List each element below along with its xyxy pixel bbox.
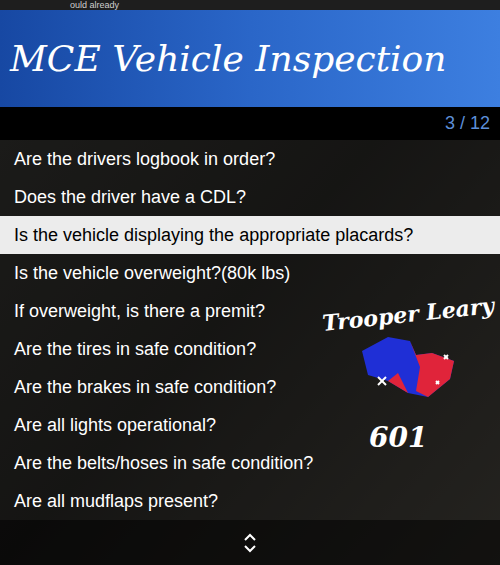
state-emblem-icon xyxy=(358,331,458,403)
menu-item[interactable]: Are the drivers logbook in order? xyxy=(0,140,500,178)
menu-banner: MCE Vehicle Inspection xyxy=(0,10,500,107)
item-counter: 3 / 12 xyxy=(445,110,490,137)
menu-footer xyxy=(0,520,500,565)
watermark-number: 601 xyxy=(369,417,427,459)
watermark: Trooper Leary601 xyxy=(322,298,494,459)
item-list: Are the drivers logbook in order?Does th… xyxy=(0,140,500,520)
menu-item[interactable]: Is the vehicle overweight?(80k lbs) xyxy=(0,254,500,292)
inspection-menu: ould already MCE Vehicle Inspection 3 / 12… xyxy=(0,0,500,565)
menu-item[interactable]: Are all mudflaps present? xyxy=(0,482,500,520)
top-strip: ould already xyxy=(0,0,500,10)
banner-title: MCE Vehicle Inspection xyxy=(10,32,446,86)
subtitle-bar: 3 / 12 xyxy=(0,107,500,140)
menu-item[interactable]: Does the driver have a CDL? xyxy=(0,178,500,216)
scroll-arrows-icon[interactable] xyxy=(242,531,258,555)
menu-item[interactable]: Is the vehicle displaying the appropriat… xyxy=(0,216,500,254)
